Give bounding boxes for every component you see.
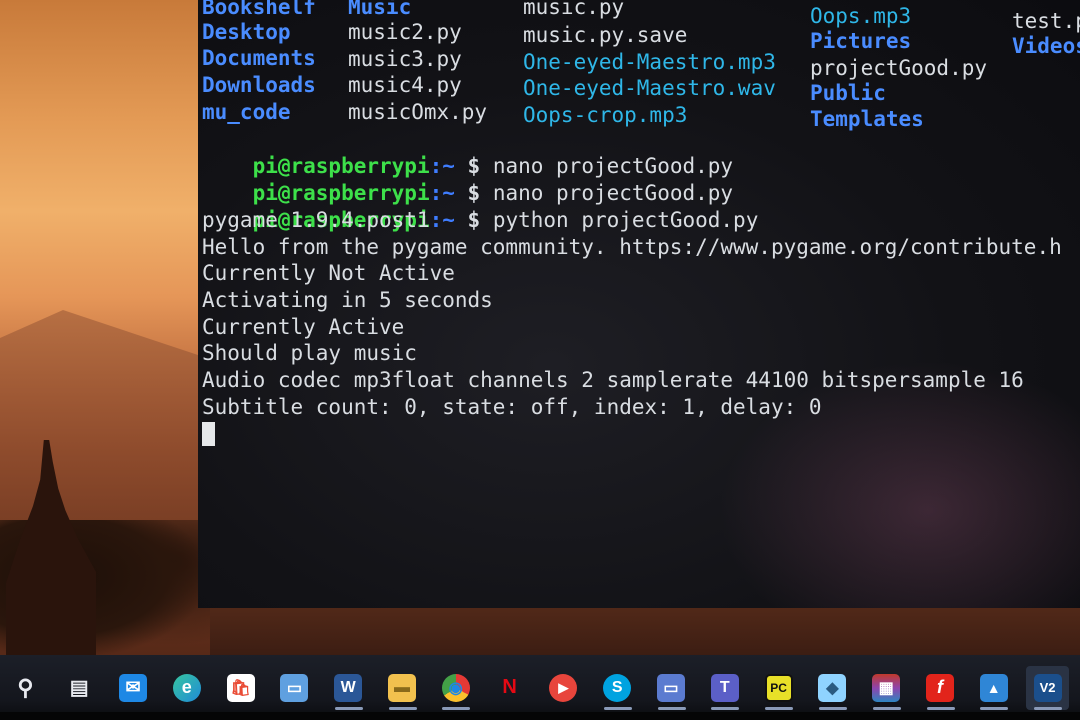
edge-button[interactable]: e <box>165 666 208 710</box>
ls-entry: projectGood.py <box>810 56 988 80</box>
ls-entry: One-eyed-Maestro.mp3 <box>523 50 776 74</box>
output-line: Activating in 5 seconds <box>202 288 493 312</box>
output-line: Audio codec mp3float channels 2 samplera… <box>202 368 1024 392</box>
winrar-icon: ▦ <box>872 673 901 702</box>
notes-button[interactable]: ◆ <box>811 666 854 710</box>
vnc-viewer-button[interactable]: V2 <box>1026 665 1069 710</box>
chat-button[interactable]: ▭ <box>650 666 693 710</box>
running-indicator <box>334 706 363 710</box>
ls-entry: music3.py <box>348 47 462 71</box>
chrome-icon: ◉ <box>441 673 470 702</box>
taskbar: ⚲ ▤ ✉ e 🛍 ▭ W ▬ ◉ N ▶ S ▭ T PC ◆ ▦ f ▲ V… <box>0 655 1080 720</box>
mail-icon: ✉ <box>118 673 147 702</box>
ls-entry: One-eyed-Maestro.wav <box>523 76 776 100</box>
teams-button[interactable]: T <box>703 666 746 710</box>
notes-icon: ◆ <box>818 673 847 702</box>
pycharm-icon: PC <box>764 673 793 702</box>
ls-entry: Bookshelf <box>202 0 316 19</box>
running-indicator <box>765 706 794 710</box>
store-button[interactable]: 🛍 <box>219 666 262 710</box>
skype-button[interactable]: S <box>596 666 639 710</box>
file-explorer-icon: ▬ <box>387 673 416 702</box>
teams-icon: T <box>710 673 739 702</box>
ls-entry: Documents <box>202 46 316 70</box>
prompt-dollar: $ <box>454 208 493 232</box>
ls-entry: musicOmx.py <box>348 100 488 124</box>
command-text: python projectGood.py <box>492 208 759 232</box>
ls-entry: Public <box>810 81 886 105</box>
vnc-viewer-icon: V2 <box>1033 673 1062 702</box>
ls-entry: Oops-crop.mp3 <box>523 103 688 127</box>
ls-entry: music4.py <box>348 73 462 97</box>
text-cursor <box>202 422 215 446</box>
output-line: Currently Not Active <box>202 261 455 285</box>
running-indicator <box>1034 706 1063 710</box>
running-indicator <box>818 706 847 710</box>
ls-entry: Downloads <box>202 73 316 97</box>
ls-entry: Videos <box>1012 34 1080 58</box>
output-line: Subtitle count: 0, state: off, index: 1,… <box>202 395 822 419</box>
running-indicator <box>388 706 417 710</box>
file-explorer-button[interactable]: ▬ <box>381 666 424 710</box>
ls-entry: Pictures <box>810 29 912 53</box>
terminal-window[interactable]: Bookshelf Music music.py Oops.mp3 test.p… <box>198 0 1080 608</box>
pycharm-button[interactable]: PC <box>757 666 800 710</box>
output-line: Should play music <box>202 341 417 365</box>
running-indicator <box>872 706 901 710</box>
prompt-line: pi@raspberrypi:~ $ nano projectGood.py <box>202 154 733 205</box>
running-indicator <box>711 706 740 710</box>
foxit-button[interactable]: f <box>919 666 962 710</box>
ls-entry: Oops.mp3 <box>810 4 912 28</box>
monitor-bezel <box>0 712 1080 720</box>
ls-entry: mu_code <box>202 100 291 124</box>
running-indicator <box>926 706 955 710</box>
output-line: pygame 1.9.4.post1 <box>202 208 430 232</box>
prompt-line: pi@raspberrypi:~ $ python projectGood.py <box>202 181 759 232</box>
foxit-icon: f <box>925 673 954 702</box>
search-button[interactable]: ⚲ <box>4 666 47 710</box>
ls-entry: music.py <box>523 0 625 19</box>
search-icon: ⚲ <box>17 674 34 700</box>
store-icon: 🛍 <box>226 673 255 702</box>
ls-entry: test.p <box>1012 9 1080 33</box>
word-button[interactable]: W <box>327 666 370 710</box>
ls-entry: Desktop <box>202 20 291 44</box>
ls-entry: Templates <box>810 107 924 131</box>
chrome-button[interactable]: ◉ <box>434 666 477 710</box>
chat-icon: ▭ <box>656 673 685 702</box>
running-indicator <box>980 706 1009 710</box>
running-indicator <box>603 706 632 710</box>
ls-entry: music2.py <box>348 20 462 44</box>
prompt-path: :~ <box>429 208 455 232</box>
ls-entry: Music <box>348 0 412 19</box>
running-indicator <box>657 706 686 710</box>
media-player-icon: ▶ <box>549 673 578 702</box>
ls-entry: music.py.save <box>523 23 688 47</box>
netflix-button[interactable]: N <box>488 666 531 710</box>
netflix-icon: N <box>502 676 517 698</box>
device-button[interactable]: ▭ <box>273 666 316 710</box>
running-indicator <box>442 706 471 710</box>
output-line: Currently Active <box>202 315 405 339</box>
winrar-button[interactable]: ▦ <box>865 666 908 710</box>
media-player-button[interactable]: ▶ <box>542 666 585 710</box>
edge-browser-icon: e <box>172 673 201 702</box>
task-view-icon: ▤ <box>69 677 89 699</box>
output-line: Hello from the pygame community. https:/… <box>202 235 1062 259</box>
photos-button[interactable]: ▲ <box>972 666 1015 710</box>
mail-button[interactable]: ✉ <box>112 666 155 710</box>
word-icon: W <box>334 673 363 702</box>
prompt-line: pi@raspberrypi:~ $ nano projectGood.py <box>202 127 733 178</box>
device-icon: ▭ <box>280 673 309 702</box>
task-view-button[interactable]: ▤ <box>58 666 101 710</box>
photos-icon: ▲ <box>979 673 1008 702</box>
skype-icon: S <box>603 673 632 702</box>
